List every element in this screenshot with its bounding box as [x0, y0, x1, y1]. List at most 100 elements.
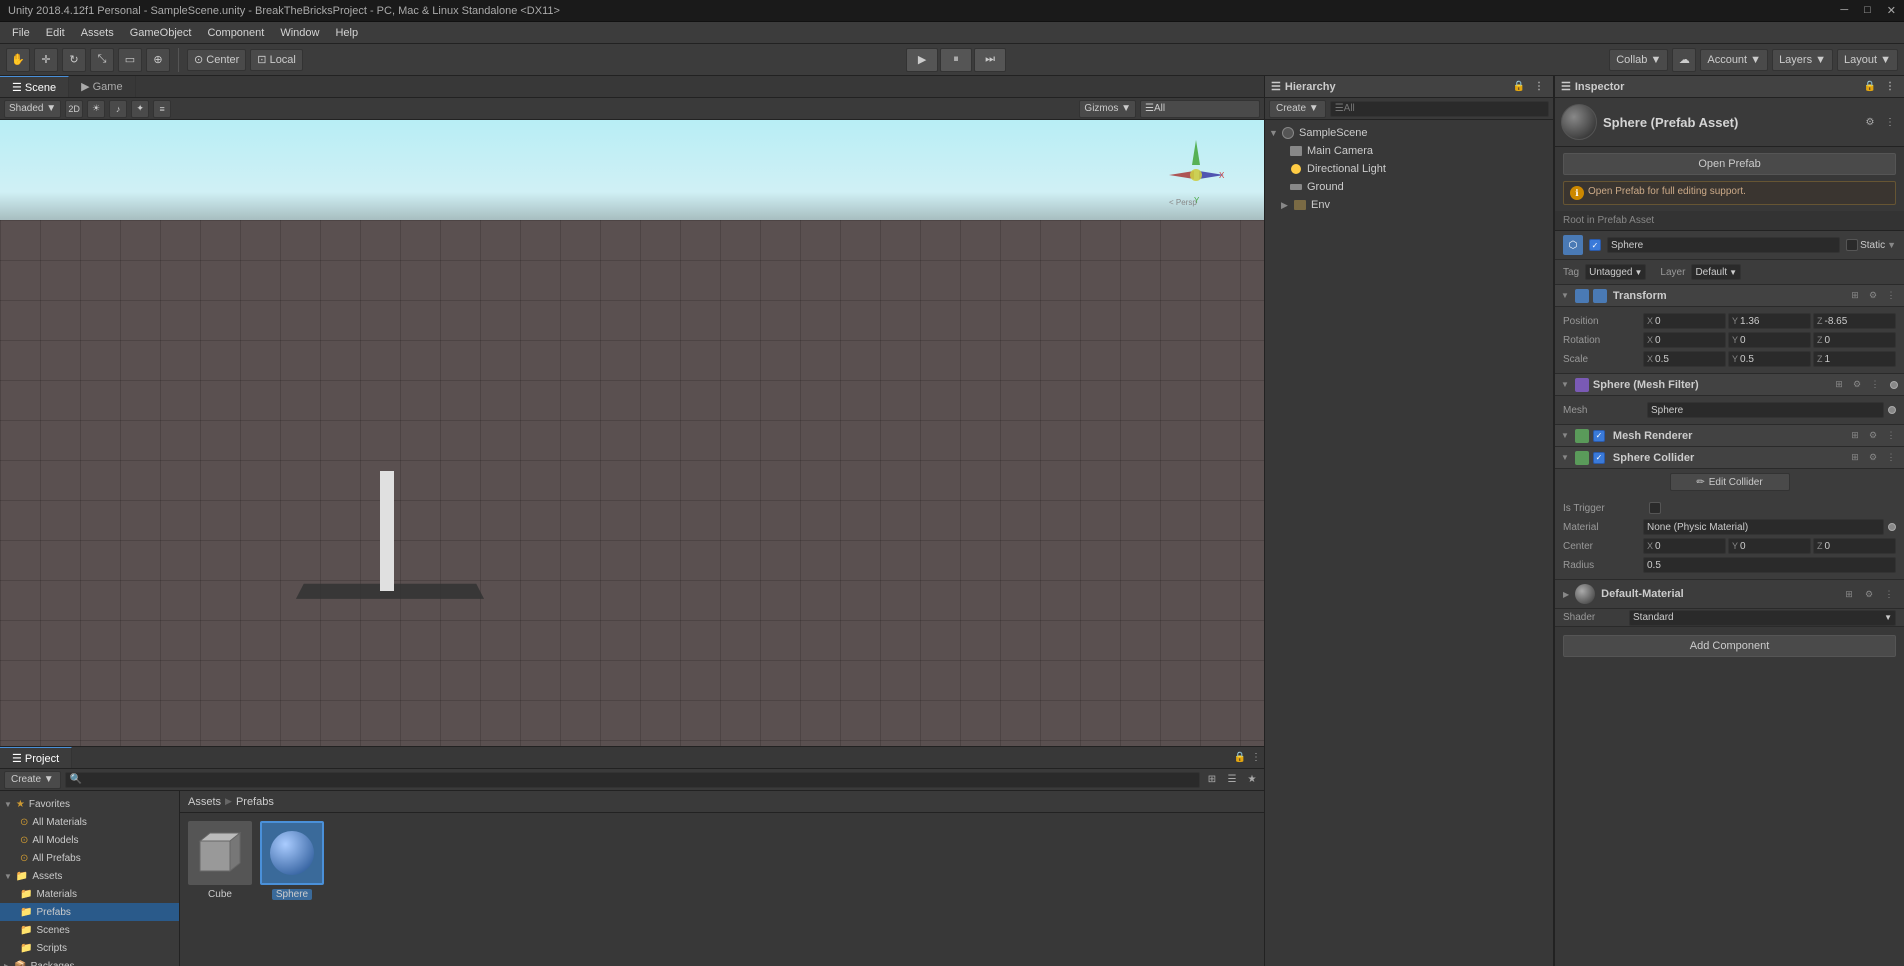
layers-btn[interactable]: Layers ▼	[1772, 49, 1833, 71]
meshfilter-settings-icon[interactable]: ⊞	[1832, 378, 1846, 392]
tool-rotate[interactable]: ↻	[62, 48, 86, 72]
material-settings-icon[interactable]: ⊞	[1842, 587, 1856, 601]
open-prefab-btn[interactable]: Open Prefab	[1563, 153, 1896, 175]
collider-settings-icon[interactable]: ⊞	[1848, 451, 1862, 465]
mesh-renderer-header[interactable]: ▼ ✓ Mesh Renderer ⊞ ⚙ ⋮	[1555, 425, 1904, 447]
static-checkbox[interactable]	[1846, 239, 1858, 251]
menu-gameobject[interactable]: GameObject	[122, 25, 200, 41]
pos-z-field[interactable]: Z -8.65	[1813, 313, 1896, 329]
scale-x-field[interactable]: X 0.5	[1643, 351, 1726, 367]
hierarchy-ground[interactable]: Ground	[1265, 178, 1553, 196]
asset-sphere[interactable]: Sphere	[260, 821, 324, 900]
layer-dropdown[interactable]: Default ▼	[1691, 264, 1741, 280]
menu-file[interactable]: File	[4, 25, 38, 41]
material-more-icon[interactable]: ⋮	[1882, 587, 1896, 601]
meshrenderer-more-icon[interactable]: ⋮	[1884, 429, 1898, 443]
project-all-prefabs[interactable]: ⊙ All Prefabs	[0, 849, 179, 867]
rot-x-field[interactable]: X 0	[1643, 332, 1726, 348]
tag-dropdown[interactable]: Untagged ▼	[1585, 264, 1646, 280]
collider-more-icon[interactable]: ⋮	[1884, 451, 1898, 465]
extra-btn[interactable]: ≡	[153, 100, 171, 118]
hierarchy-lock-btn[interactable]: 🔒	[1511, 79, 1527, 95]
step-button[interactable]: ⏭	[974, 48, 1006, 72]
project-lock-btn[interactable]: 🔒	[1232, 750, 1248, 766]
search-all[interactable]: ☰All	[1140, 100, 1260, 118]
project-materials[interactable]: 📁 Materials	[0, 885, 179, 903]
inspector-lock-btn[interactable]: 🔒	[1862, 79, 1878, 95]
menu-help[interactable]: Help	[327, 25, 366, 41]
project-scripts[interactable]: 📁 Scripts	[0, 939, 179, 957]
effects-btn[interactable]: ✦	[131, 100, 149, 118]
account-btn[interactable]: Account ▼	[1700, 49, 1768, 71]
project-star-btn[interactable]: ★	[1244, 772, 1260, 788]
mesh-value-field[interactable]: Sphere	[1647, 402, 1884, 418]
2d-toggle[interactable]: 2D	[65, 100, 83, 118]
menu-edit[interactable]: Edit	[38, 25, 73, 41]
project-assets-root[interactable]: ▼ 📁 Assets	[0, 867, 179, 885]
breadcrumb-assets[interactable]: Assets	[188, 796, 221, 808]
layout-btn[interactable]: Layout ▼	[1837, 49, 1898, 71]
tool-rect[interactable]: ▭	[118, 48, 142, 72]
collider-lock-icon[interactable]: ⚙	[1866, 451, 1880, 465]
hierarchy-create-btn[interactable]: Create ▼	[1269, 100, 1326, 118]
play-button[interactable]: ▶	[906, 48, 938, 72]
shading-dropdown[interactable]: Shaded ▼	[4, 100, 61, 118]
project-all-models[interactable]: ⊙ All Models	[0, 831, 179, 849]
material-physic-dot[interactable]	[1888, 523, 1896, 531]
sphere-name-field[interactable]: Sphere	[1607, 237, 1840, 253]
center-z-field[interactable]: Z 0	[1813, 538, 1896, 554]
radius-field[interactable]: 0.5	[1643, 557, 1896, 573]
rot-z-field[interactable]: Z 0	[1813, 332, 1896, 348]
meshfilter-lock-icon[interactable]: ⚙	[1850, 378, 1864, 392]
meshrenderer-settings-icon[interactable]: ⊞	[1848, 429, 1862, 443]
audio-btn[interactable]: ♪	[109, 100, 127, 118]
inspector-more-icon[interactable]: ⋮	[1882, 114, 1898, 130]
hierarchy-menu-btn[interactable]: ⋮	[1531, 79, 1547, 95]
scene-viewport[interactable]: X Y < Persp	[0, 120, 1264, 746]
menu-assets[interactable]: Assets	[73, 25, 122, 41]
tab-game[interactable]: ▶ Game	[69, 76, 135, 97]
cloud-btn[interactable]: ☁	[1672, 48, 1696, 72]
add-component-btn[interactable]: Add Component	[1563, 635, 1896, 657]
transform-lock-icon[interactable]: ⚙	[1866, 289, 1880, 303]
meshrenderer-lock-icon[interactable]: ⚙	[1866, 429, 1880, 443]
tool-hand[interactable]: ✋	[6, 48, 30, 72]
tab-scene[interactable]: ☰ Scene	[0, 76, 69, 97]
gizmos-dropdown[interactable]: Gizmos ▼	[1079, 100, 1136, 118]
transform-component-header[interactable]: ▼ Transform ⊞ ⚙ ⋮	[1555, 285, 1904, 307]
mesh-filter-header[interactable]: ▼ Sphere (Mesh Filter) ⊞ ⚙ ⋮	[1555, 374, 1904, 396]
tool-scale[interactable]: ⤡	[90, 48, 114, 72]
scale-z-field[interactable]: Z 1	[1813, 351, 1896, 367]
menu-window[interactable]: Window	[272, 25, 327, 41]
inspector-settings-icon[interactable]: ⚙	[1862, 114, 1878, 130]
asset-cube[interactable]: Cube	[188, 821, 252, 900]
hierarchy-main-camera[interactable]: Main Camera	[1265, 142, 1553, 160]
tab-project[interactable]: ☰ Project	[0, 747, 72, 768]
center-x-field[interactable]: X 0	[1643, 538, 1726, 554]
close-btn[interactable]: ✕	[1887, 4, 1896, 17]
project-filter-btn[interactable]: ☰	[1224, 772, 1240, 788]
menu-component[interactable]: Component	[199, 25, 272, 41]
pos-y-field[interactable]: Y 1.36	[1728, 313, 1811, 329]
hierarchy-env[interactable]: ▶ Env	[1265, 196, 1553, 214]
meshrenderer-checkbox[interactable]: ✓	[1593, 430, 1605, 442]
material-row[interactable]: ▶ Default-Material ⊞ ⚙ ⋮	[1555, 580, 1904, 609]
minimize-btn[interactable]: ─	[1840, 4, 1848, 17]
tool-move[interactable]: ✛	[34, 48, 58, 72]
mesh-select-dot[interactable]	[1888, 406, 1896, 414]
hierarchy-directional-light[interactable]: Directional Light	[1265, 160, 1553, 178]
is-trigger-checkbox[interactable]	[1649, 502, 1661, 514]
project-prefabs[interactable]: 📁 Prefabs	[0, 903, 179, 921]
transform-more-icon[interactable]: ⋮	[1884, 289, 1898, 303]
pause-button[interactable]: ⏸	[940, 48, 972, 72]
sphere-active-checkbox[interactable]: ✓	[1589, 239, 1601, 251]
project-view-btn[interactable]: ⊞	[1204, 772, 1220, 788]
collider-checkbox[interactable]: ✓	[1593, 452, 1605, 464]
maximize-btn[interactable]: □	[1864, 4, 1871, 17]
transform-settings-icon[interactable]: ⊞	[1848, 289, 1862, 303]
project-favorites[interactable]: ▼ ★ Favorites	[0, 795, 179, 813]
shader-dropdown[interactable]: Standard ▼	[1629, 610, 1896, 626]
pivot-local[interactable]: ⊡ Local	[250, 49, 303, 71]
material-physic-field[interactable]: None (Physic Material)	[1643, 519, 1884, 535]
project-all-materials[interactable]: ⊙ All Materials	[0, 813, 179, 831]
